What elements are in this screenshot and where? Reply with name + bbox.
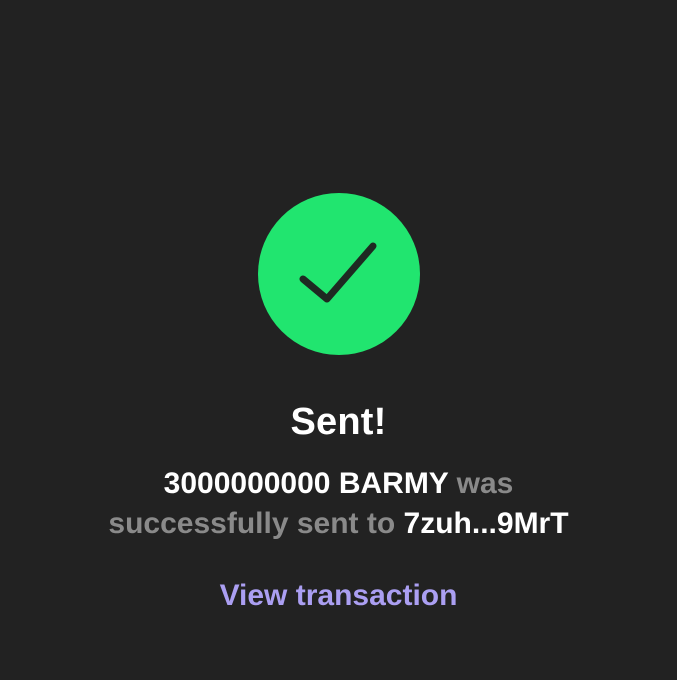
checkmark-icon <box>299 242 377 303</box>
success-message: 3000000000 BARMY was successfully sent t… <box>80 464 597 544</box>
success-badge <box>258 193 420 355</box>
status-title: Sent! <box>290 401 387 443</box>
sent-amount: 3000000000 BARMY <box>163 467 449 500</box>
send-success-screen: Sent! 3000000000 BARMY was successfully … <box>0 0 677 680</box>
recipient-address: 7zuh...9MrT <box>403 507 569 540</box>
view-transaction-link[interactable]: View transaction <box>0 576 677 616</box>
